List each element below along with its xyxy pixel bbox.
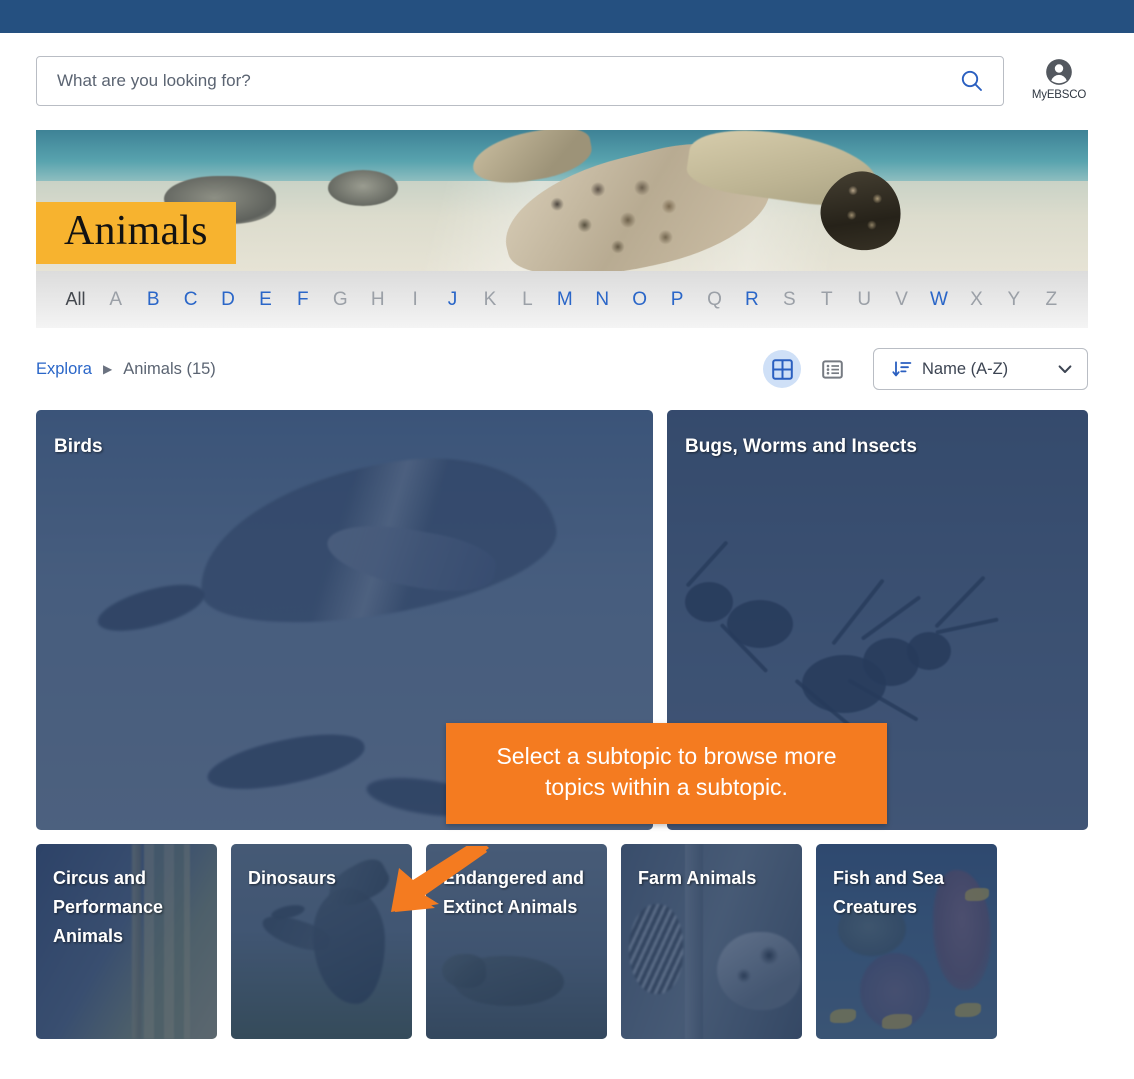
topic-card-title: Circus and Performance Animals [53,868,164,946]
alpha-filter-d[interactable]: D [209,289,246,311]
alpha-filter-m[interactable]: M [546,289,583,311]
alpha-filter-h: H [370,288,385,310]
alpha-filter-f[interactable]: F [284,289,321,311]
alpha-filter-j[interactable]: J [434,289,471,311]
alpha-filter-k: K [483,288,497,310]
chevron-down-icon [1058,365,1072,373]
alpha-filter-b[interactable]: B [134,289,171,311]
alpha-filter-all[interactable]: All [54,289,97,310]
myebsco-label: MyEBSCO [1031,89,1087,101]
page-title: Animals [64,208,208,254]
search-box[interactable] [36,56,1004,106]
alphabet-filter-bar: All A B C D E F G H I J K L M N O P Q R S T U V W X Y Z [36,271,1088,328]
grid-view-icon [771,358,793,380]
search-button[interactable] [955,64,989,98]
topic-card-dinosaurs[interactable]: Dinosaurs [231,844,412,1039]
callout-text: Select a subtopic to browse more topics … [496,743,837,801]
topic-banner: Animals [36,130,1088,271]
alpha-filter-a: A [109,288,123,310]
alpha-filter-g: G [332,288,348,310]
topic-grid-row-2: Circus and Performance Animals Dinosaurs… [36,844,1088,1039]
topic-banner-wrap: Animals [36,130,1088,271]
alpha-filter-y: Y [1007,288,1021,310]
topic-card-fish-and-sea-creatures[interactable]: Fish and Sea Creatures [816,844,997,1039]
alpha-filter-t: T [820,288,833,310]
alpha-filter-q: Q [707,288,722,310]
alpha-filter-s: S [782,288,796,310]
top-app-bar [0,0,1134,33]
topic-card-endangered-and-extinct-animals[interactable]: Endangered and Extinct Animals [426,844,607,1039]
search-icon [961,70,982,91]
alpha-filter-c[interactable]: C [172,289,209,311]
topic-card-circus-and-performance-animals[interactable]: Circus and Performance Animals [36,844,217,1039]
toolbar-row: Explora ▶ Animals (15) Name (A-Z) [36,328,1088,410]
banner-rock-small-icon [328,170,398,206]
breadcrumb-current: Animals (15) [123,359,216,378]
sea-turtle-illustration [468,130,962,271]
sort-dropdown[interactable]: Name (A-Z) [873,348,1088,390]
topic-card-title: Endangered and Extinct Animals [443,868,585,917]
topic-card-title: Dinosaurs [248,868,337,888]
list-view-icon [821,359,843,379]
search-row: MyEBSCO [0,33,1134,130]
alpha-filter-e[interactable]: E [247,289,284,311]
alpha-filter-o[interactable]: O [621,289,658,311]
grid-view-button[interactable] [763,350,801,388]
callout-tooltip: Select a subtopic to browse more topics … [446,723,887,824]
account-circle-icon [1046,59,1072,85]
banner-title-chip: Animals [36,202,236,264]
alpha-filter-w[interactable]: W [920,289,957,311]
view-and-sort-controls: Name (A-Z) [763,348,1088,390]
topic-card-title: Fish and Sea Creatures [833,868,945,917]
alpha-filter-r[interactable]: R [733,289,770,311]
alpha-filter-z: Z [1045,288,1058,310]
sort-descending-icon [892,361,912,377]
topic-card-title: Farm Animals [638,868,757,888]
alpha-filter-v: V [895,288,908,310]
alpha-filter-l: L [522,288,533,310]
topic-card-title: Birds [54,436,103,457]
topic-card-title: Bugs, Worms and Insects [685,436,917,457]
alpha-filter-x: X [970,288,983,310]
search-input[interactable] [57,71,955,91]
breadcrumb-separator-icon: ▶ [102,362,113,376]
alpha-filter-i: I [412,288,418,310]
sort-value: Name (A-Z) [922,359,1009,378]
breadcrumb-root-link[interactable]: Explora [36,360,92,379]
alpha-filter-n[interactable]: N [584,289,621,311]
alpha-filter-u: U [857,288,872,310]
topic-card-farm-animals[interactable]: Farm Animals [621,844,802,1039]
alpha-filter-p[interactable]: P [658,289,695,311]
myebsco-account-button[interactable]: MyEBSCO [1024,56,1094,101]
list-view-button[interactable] [813,350,851,388]
breadcrumb: Explora ▶ Animals (15) [36,360,216,379]
